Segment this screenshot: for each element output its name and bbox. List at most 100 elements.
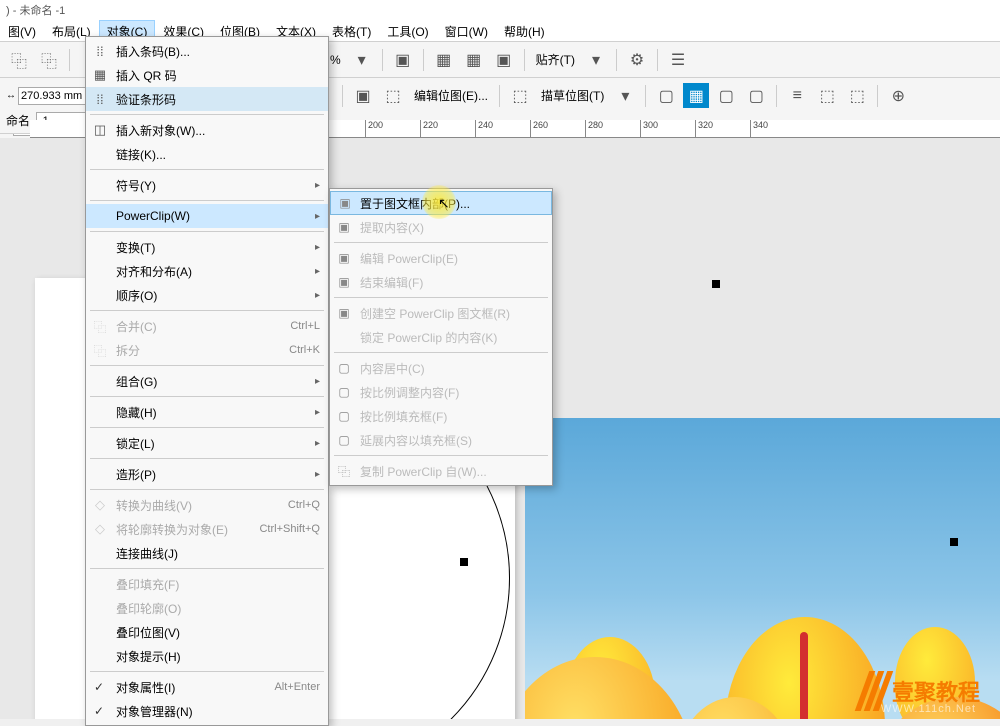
edit-pc-icon: ▣ bbox=[335, 251, 353, 265]
menu-view[interactable]: 图(V) bbox=[0, 20, 44, 41]
edit-bitmap-label[interactable]: 编辑位图(E)... bbox=[410, 87, 492, 104]
menu-connect-curves[interactable]: 连接曲线(J) bbox=[86, 541, 328, 565]
menu-window[interactable]: 窗口(W) bbox=[437, 20, 496, 41]
menu-align[interactable]: 对齐和分布(A)▸ bbox=[86, 259, 328, 283]
handle[interactable] bbox=[460, 558, 468, 566]
t7-icon[interactable]: ⬚ bbox=[844, 83, 870, 109]
menu-symbol[interactable]: 符号(Y)▸ bbox=[86, 173, 328, 197]
submenu-fit: ▢按比例调整内容(F) bbox=[330, 380, 552, 404]
trace-bitmap-label[interactable]: 描草位图(T) bbox=[537, 87, 608, 104]
t5-icon[interactable]: ≡ bbox=[784, 83, 810, 109]
x-icon: ↔ bbox=[6, 90, 16, 101]
menu-verify-barcode[interactable]: ⁞⁞验证条形码 bbox=[86, 87, 328, 111]
t2-icon[interactable]: ▦ bbox=[683, 83, 709, 109]
arrow-icon: ▸ bbox=[315, 266, 320, 277]
watermark-url: WWW.111ch.Net bbox=[881, 703, 976, 715]
extract-icon: ▣ bbox=[335, 220, 353, 234]
menu-link[interactable]: 链接(K)... bbox=[86, 142, 328, 166]
menu-object-props[interactable]: ✓对象属性(I)Alt+Enter bbox=[86, 675, 328, 699]
gear-icon[interactable]: ⚙ bbox=[624, 47, 650, 73]
crop2-icon[interactable]: ⬚ bbox=[380, 83, 406, 109]
menu-table[interactable]: 表格(T) bbox=[324, 20, 379, 41]
finish-icon: ▣ bbox=[335, 275, 353, 289]
menu-object-hints[interactable]: 对象提示(H) bbox=[86, 644, 328, 668]
center-icon: ▢ bbox=[335, 361, 353, 375]
menu-to-curve: ◇转换为曲线(V)Ctrl+Q bbox=[86, 493, 328, 517]
stretch-icon: ▢ bbox=[335, 433, 353, 447]
verify-icon: ⁞⁞ bbox=[91, 92, 109, 107]
t6-icon[interactable]: ⬚ bbox=[814, 83, 840, 109]
submenu-copy-from: ⿻复制 PowerClip 自(W)... bbox=[330, 459, 552, 483]
submenu-place-inside[interactable]: ▣置于图文框内部(P)... bbox=[330, 191, 552, 215]
tool-copy-icon[interactable]: ⿻ bbox=[6, 47, 32, 73]
arrow-icon: ▸ bbox=[315, 211, 320, 222]
arrow-icon: ▸ bbox=[315, 180, 320, 191]
menu-hide[interactable]: 隐藏(H)▸ bbox=[86, 400, 328, 424]
create-icon: ▣ bbox=[335, 306, 353, 320]
name-label: 命名 bbox=[6, 112, 30, 129]
tool-grid3-icon[interactable]: ▣ bbox=[491, 47, 517, 73]
submenu-extract: ▣提取内容(X) bbox=[330, 215, 552, 239]
submenu-finish-edit: ▣结束编辑(F) bbox=[330, 270, 552, 294]
menu-help[interactable]: 帮助(H) bbox=[496, 20, 553, 41]
tool-grid-icon[interactable]: ▦ bbox=[431, 47, 457, 73]
barcode-icon: ⁞⁞ bbox=[91, 44, 109, 59]
fill-icon: ▢ bbox=[335, 409, 353, 423]
menu-insert-object[interactable]: ◫插入新对象(W)... bbox=[86, 118, 328, 142]
object-menu-dropdown: ⁞⁞插入条码(B)... ▦插入 QR 码 ⁞⁞验证条形码 ◫插入新对象(W).… bbox=[85, 36, 329, 726]
arrow-icon: ▸ bbox=[315, 438, 320, 449]
trace-icon[interactable]: ⬚ bbox=[507, 83, 533, 109]
handle[interactable] bbox=[712, 280, 720, 288]
submenu-edit-pc: ▣编辑 PowerClip(E) bbox=[330, 246, 552, 270]
check-icon: ✓ bbox=[94, 680, 104, 694]
tool-paste-icon[interactable]: ⿻ bbox=[36, 47, 62, 73]
plus-icon[interactable]: ⊕ bbox=[885, 83, 911, 109]
qr-icon: ▦ bbox=[91, 67, 109, 83]
submenu-create-empty: ▣创建空 PowerClip 图文框(R) bbox=[330, 301, 552, 325]
submenu-stretch: ▢延展内容以填充框(S) bbox=[330, 428, 552, 452]
menu-combine: ⿻合并(C)Ctrl+L bbox=[86, 314, 328, 338]
menu-order[interactable]: 顺序(O)▸ bbox=[86, 283, 328, 307]
arrow-icon: ▸ bbox=[315, 290, 320, 301]
dropdown2-icon[interactable]: ▾ bbox=[583, 47, 609, 73]
fit-icon: ▢ bbox=[335, 385, 353, 399]
menu-group[interactable]: 组合(G)▸ bbox=[86, 369, 328, 393]
check-icon: ✓ bbox=[94, 704, 104, 718]
tool-opts-icon[interactable]: ☰ bbox=[665, 47, 691, 73]
copy-icon: ⿻ bbox=[335, 463, 353, 480]
menu-transform[interactable]: 变换(T)▸ bbox=[86, 235, 328, 259]
menu-lock[interactable]: 锁定(L)▸ bbox=[86, 431, 328, 455]
menu-overprint-fill: 叠印填充(F) bbox=[86, 572, 328, 596]
menu-object-manager[interactable]: ✓对象管理器(N) bbox=[86, 699, 328, 723]
arrow-icon: ▸ bbox=[315, 376, 320, 387]
arrow-icon: ▸ bbox=[315, 242, 320, 253]
submenu-fill: ▢按比例填充框(F) bbox=[330, 404, 552, 428]
menu-insert-qr[interactable]: ▦插入 QR 码 bbox=[86, 63, 328, 87]
x-coord-input[interactable] bbox=[18, 87, 86, 105]
arrow-icon: ▸ bbox=[315, 469, 320, 480]
arrow-icon: ▸ bbox=[315, 407, 320, 418]
powerclip-submenu: ▣置于图文框内部(P)... ▣提取内容(X) ▣编辑 PowerClip(E)… bbox=[329, 188, 553, 486]
tool-fullscreen-icon[interactable]: ▣ bbox=[390, 47, 416, 73]
t3-icon[interactable]: ▢ bbox=[713, 83, 739, 109]
curve-icon: ◇ bbox=[91, 497, 109, 513]
menu-break: ⿻拆分Ctrl+K bbox=[86, 338, 328, 362]
dropdown-icon[interactable]: ▾ bbox=[349, 47, 375, 73]
menu-overprint-bitmap[interactable]: 叠印位图(V) bbox=[86, 620, 328, 644]
handle[interactable] bbox=[950, 538, 958, 546]
break-icon: ⿻ bbox=[91, 341, 109, 360]
menu-powerclip[interactable]: PowerClip(W)▸ bbox=[86, 204, 328, 228]
place-icon: ▣ bbox=[336, 196, 354, 210]
dropdown3-icon[interactable]: ▾ bbox=[612, 83, 638, 109]
tool-grid2-icon[interactable]: ▦ bbox=[461, 47, 487, 73]
menu-tools[interactable]: 工具(O) bbox=[379, 20, 436, 41]
menu-insert-barcode[interactable]: ⁞⁞插入条码(B)... bbox=[86, 39, 328, 63]
t1-icon[interactable]: ▢ bbox=[653, 83, 679, 109]
insert-obj-icon: ◫ bbox=[91, 122, 109, 138]
crop-icon[interactable]: ▣ bbox=[350, 83, 376, 109]
snap-label[interactable]: 贴齐(T) bbox=[532, 51, 579, 68]
menu-outline-to-obj: ◇将轮廓转换为对象(E)Ctrl+Shift+Q bbox=[86, 517, 328, 541]
menu-shaping[interactable]: 造形(P)▸ bbox=[86, 462, 328, 486]
t4-icon[interactable]: ▢ bbox=[743, 83, 769, 109]
menu-overprint-outline: 叠印轮廓(O) bbox=[86, 596, 328, 620]
